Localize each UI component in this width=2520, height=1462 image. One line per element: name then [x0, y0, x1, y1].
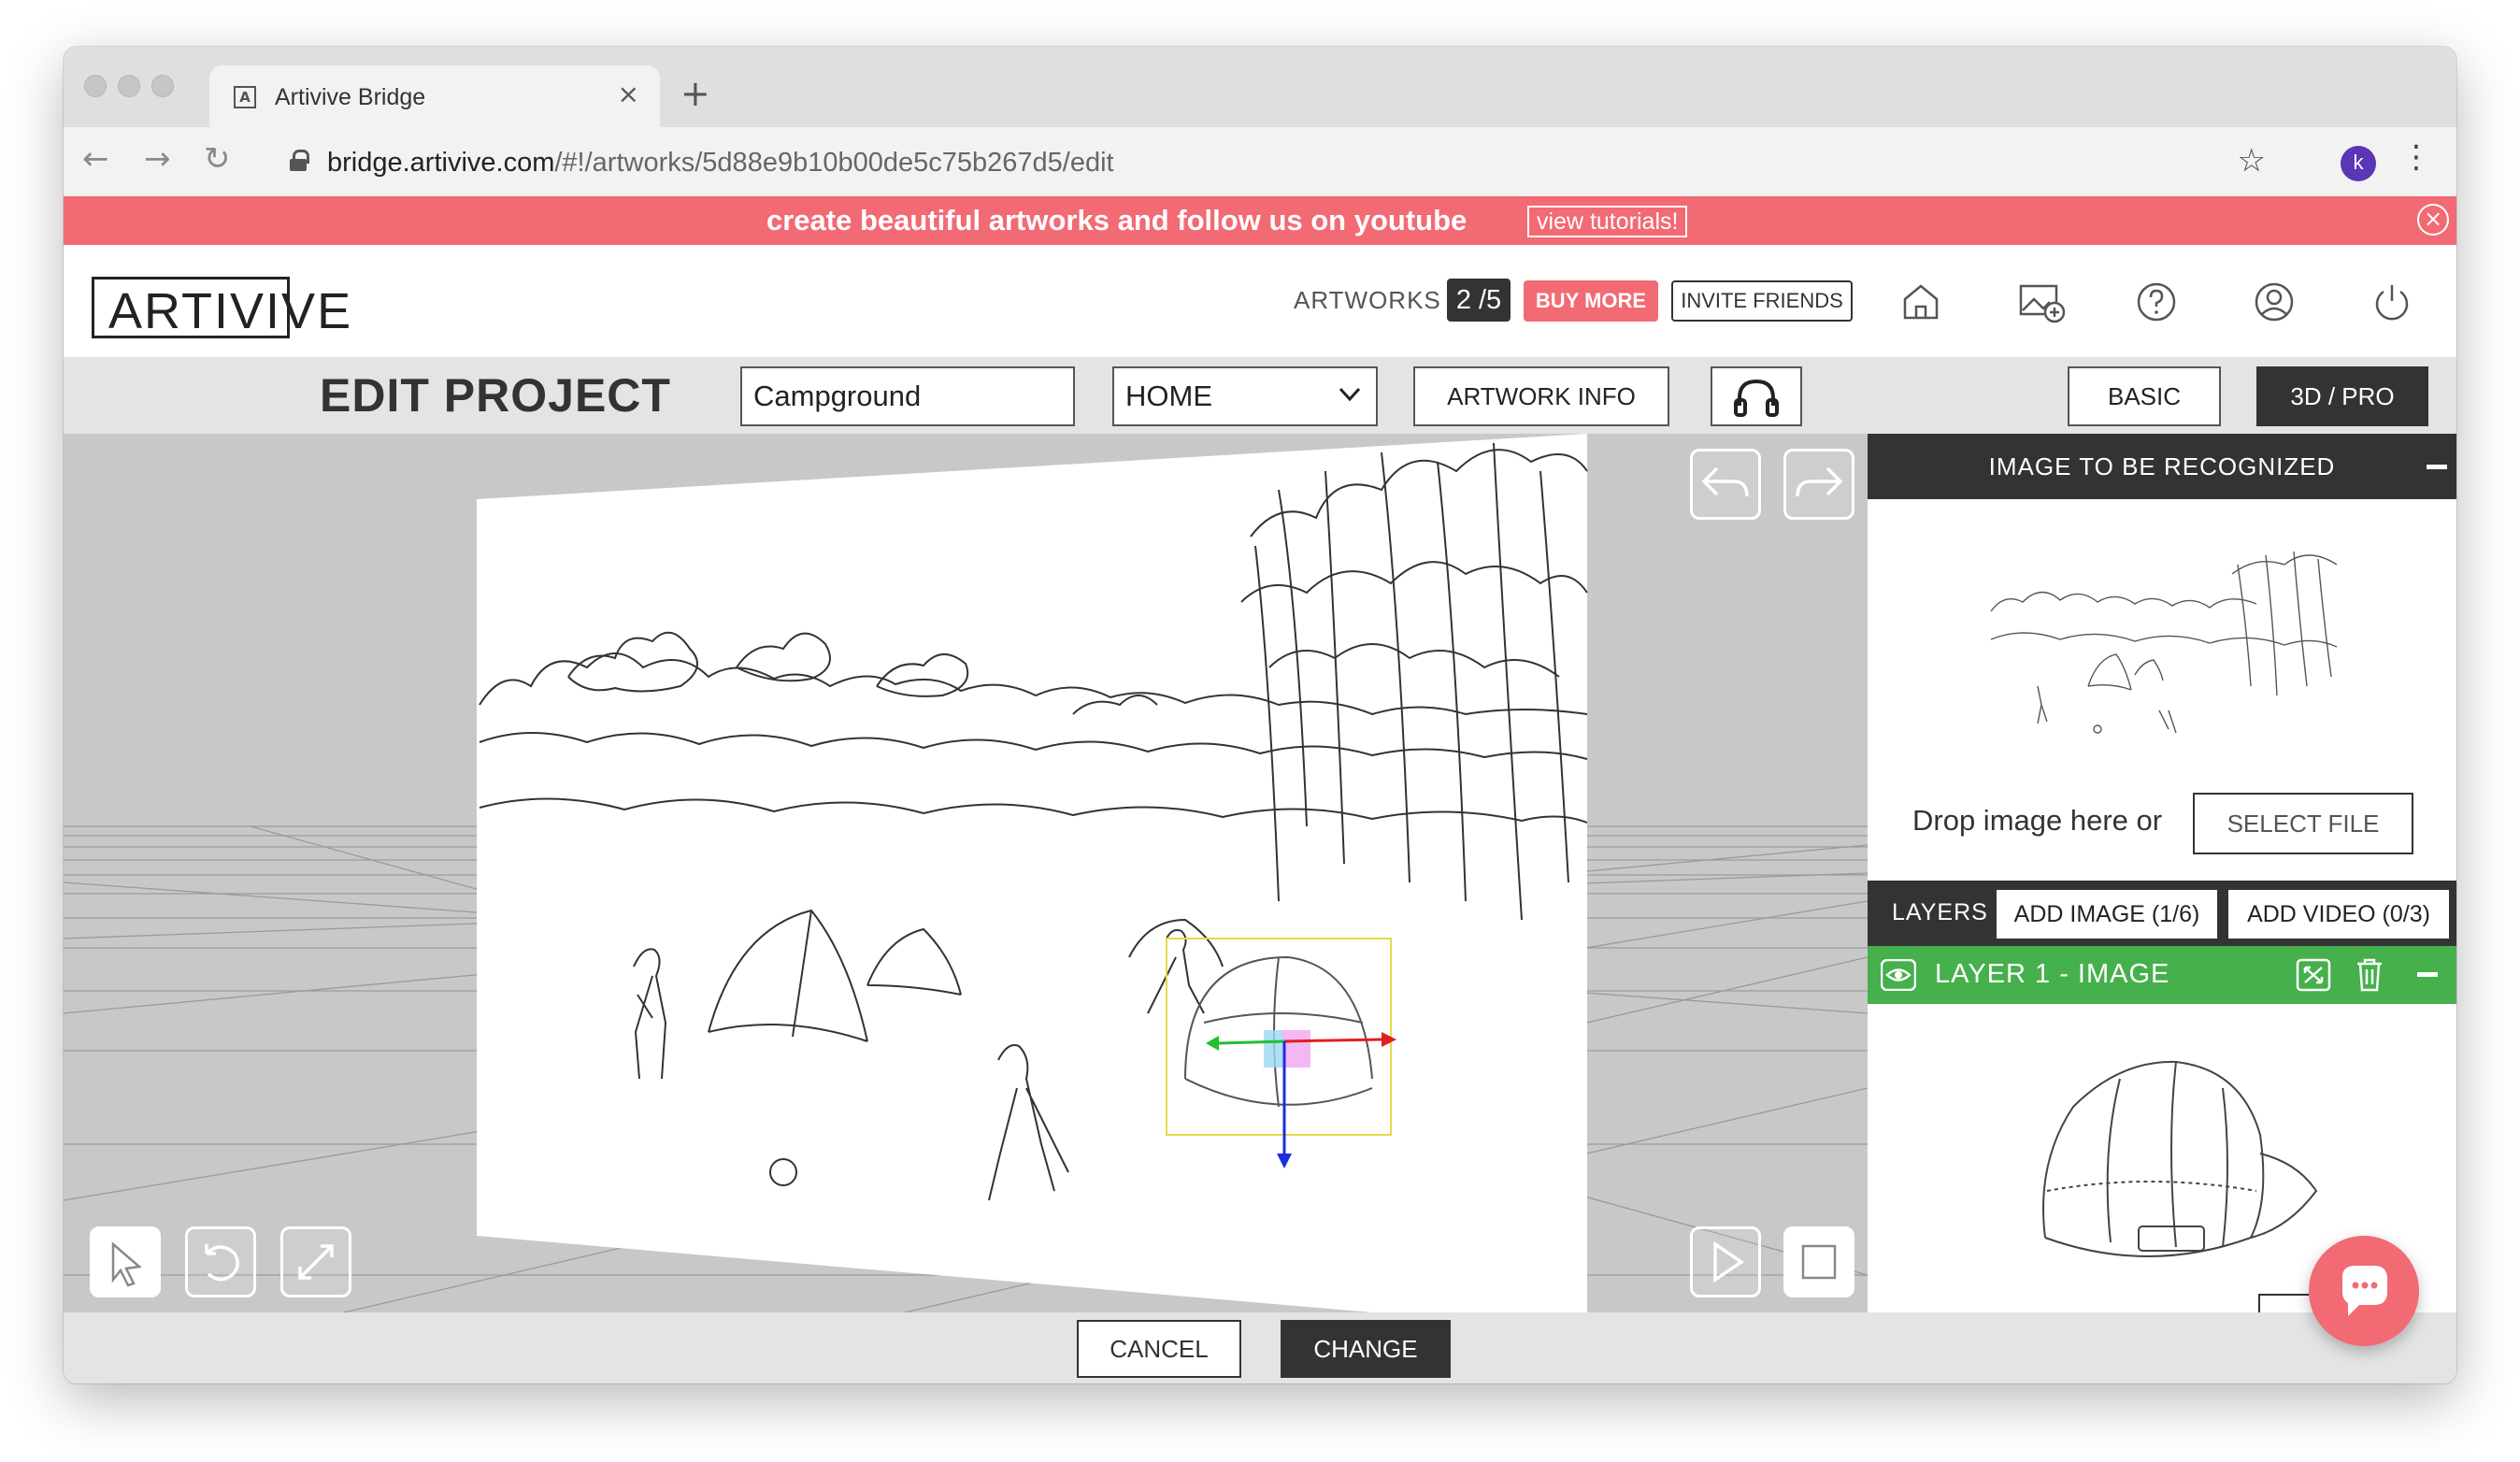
- undo-icon: [1701, 466, 1749, 497]
- kebab-menu-icon[interactable]: ⋮: [2400, 138, 2432, 176]
- close-icon[interactable]: ×: [618, 79, 639, 109]
- chevron-down-icon: [1339, 387, 1361, 402]
- bottom-action-bar: CANCEL CHANGE: [64, 1312, 2456, 1383]
- right-panel: IMAGE TO BE RECOGNIZED Drop image here o…: [1868, 434, 2456, 1312]
- headphones-icon: [1734, 379, 1779, 417]
- play-button[interactable]: [1690, 1226, 1761, 1297]
- scale-icon: [298, 1244, 334, 1280]
- gallery-add-icon[interactable]: [2017, 279, 2069, 325]
- forward-arrow-icon[interactable]: →: [144, 140, 171, 178]
- home-icon[interactable]: [1897, 279, 1944, 325]
- cancel-button[interactable]: CANCEL: [1077, 1320, 1241, 1378]
- layers-bar: LAYERS ADD IMAGE (1/6) ADD VIDEO (0/3): [1868, 881, 2456, 946]
- drop-image-text: Drop image here or: [1912, 804, 2163, 837]
- page-title: EDIT PROJECT: [320, 369, 671, 422]
- artwork-info-button[interactable]: ARTWORK INFO: [1413, 366, 1669, 426]
- add-image-button[interactable]: ADD IMAGE (1/6): [1997, 890, 2217, 939]
- project-name-input[interactable]: Campground: [740, 366, 1075, 426]
- viewport-scene: [64, 434, 1868, 1312]
- browser-toolbar: ← → ↻ bridge.artivive.com/#!/artworks/5d…: [64, 127, 2456, 196]
- account-icon[interactable]: [2251, 279, 2298, 325]
- back-arrow-icon[interactable]: ←: [82, 140, 109, 178]
- layer-thumbnail[interactable]: [2026, 1051, 2326, 1284]
- redo-button[interactable]: [1783, 449, 1854, 520]
- app-header: ARTIVIVE ARTWORKS 2 /5 BUY MORE INVITE F…: [64, 245, 2456, 357]
- close-icon[interactable]: ×: [2417, 204, 2449, 236]
- select-file-button[interactable]: SELECT FILE: [2193, 793, 2413, 854]
- fullscreen-icon[interactable]: [2296, 958, 2331, 992]
- add-video-button[interactable]: ADD VIDEO (0/3): [2228, 890, 2449, 939]
- reload-icon[interactable]: ↻: [204, 140, 231, 178]
- browser-tab[interactable]: A Artivive Bridge ×: [209, 65, 660, 127]
- trash-icon[interactable]: [2354, 956, 2385, 994]
- plus-icon[interactable]: +: [680, 73, 710, 114]
- bookmark-star-icon[interactable]: ☆: [2238, 142, 2266, 179]
- 3d-viewport[interactable]: [64, 434, 1868, 1312]
- zoom-window-button[interactable]: [151, 75, 174, 97]
- basic-mode-button[interactable]: BASIC: [2068, 366, 2221, 426]
- collapse-icon[interactable]: [2427, 465, 2447, 469]
- invite-friends-button[interactable]: INVITE FRIENDS: [1671, 280, 1853, 322]
- tab-strip: A Artivive Bridge × +: [64, 47, 2456, 127]
- promo-banner: create beautiful artworks and follow us …: [64, 196, 2456, 245]
- pro-mode-button[interactable]: 3D / PRO: [2256, 366, 2428, 426]
- minimize-window-button[interactable]: [118, 75, 140, 97]
- tab-title: Artivive Bridge: [275, 84, 426, 110]
- chat-bubble-icon: [2342, 1266, 2387, 1316]
- change-button[interactable]: CHANGE: [1281, 1320, 1451, 1378]
- select-cursor-icon: [111, 1241, 142, 1287]
- rotate-icon: [205, 1244, 239, 1282]
- stop-button[interactable]: [1783, 1226, 1854, 1297]
- layer-row[interactable]: LAYER 1 - IMAGE: [1868, 946, 2456, 1004]
- url-text: bridge.artivive.com/#!/artworks/5d88e9b1…: [327, 148, 1114, 178]
- layer-title: LAYER 1 - IMAGE: [1935, 959, 2170, 989]
- help-icon[interactable]: [2133, 279, 2180, 325]
- artworks-count-badge: 2 /5: [1447, 279, 1511, 322]
- lock-icon: [290, 150, 309, 171]
- redo-icon: [1796, 466, 1843, 497]
- select-tool-button[interactable]: [90, 1226, 161, 1297]
- favicon-icon: A: [234, 86, 256, 108]
- view-tutorials-button[interactable]: view tutorials!: [1527, 206, 1688, 237]
- collapse-icon[interactable]: [2417, 972, 2438, 977]
- recognized-image-header: IMAGE TO BE RECOGNIZED: [1868, 434, 2456, 499]
- power-icon[interactable]: [2369, 279, 2415, 325]
- rotate-tool-button[interactable]: [185, 1226, 256, 1297]
- stop-icon: [1801, 1244, 1837, 1280]
- undo-button[interactable]: [1690, 449, 1761, 520]
- avatar[interactable]: k: [2341, 146, 2376, 181]
- buy-more-button[interactable]: BUY MORE: [1524, 280, 1658, 322]
- chat-widget-button[interactable]: [2309, 1236, 2419, 1346]
- artwork-plane[interactable]: [477, 434, 1587, 1312]
- eye-icon[interactable]: [1881, 959, 1916, 991]
- category-select[interactable]: HOME: [1112, 366, 1378, 426]
- browser-window: A Artivive Bridge × + ← → ↻ bridge.artiv…: [64, 47, 2456, 1383]
- audio-button[interactable]: [1711, 366, 1802, 426]
- layers-label: LAYERS: [1892, 899, 1988, 925]
- recognized-image-thumbnail[interactable]: [1985, 546, 2337, 742]
- edit-project-toolbar: EDIT PROJECT Campground HOME ARTWORK INF…: [64, 357, 2456, 434]
- artworks-label: ARTWORKS: [1294, 286, 1441, 314]
- close-window-button[interactable]: [84, 75, 107, 97]
- banner-text: create beautiful artworks and follow us …: [766, 204, 1468, 236]
- address-bar[interactable]: bridge.artivive.com/#!/artworks/5d88e9b1…: [269, 136, 2322, 187]
- play-icon: [1713, 1240, 1745, 1283]
- scale-tool-button[interactable]: [280, 1226, 351, 1297]
